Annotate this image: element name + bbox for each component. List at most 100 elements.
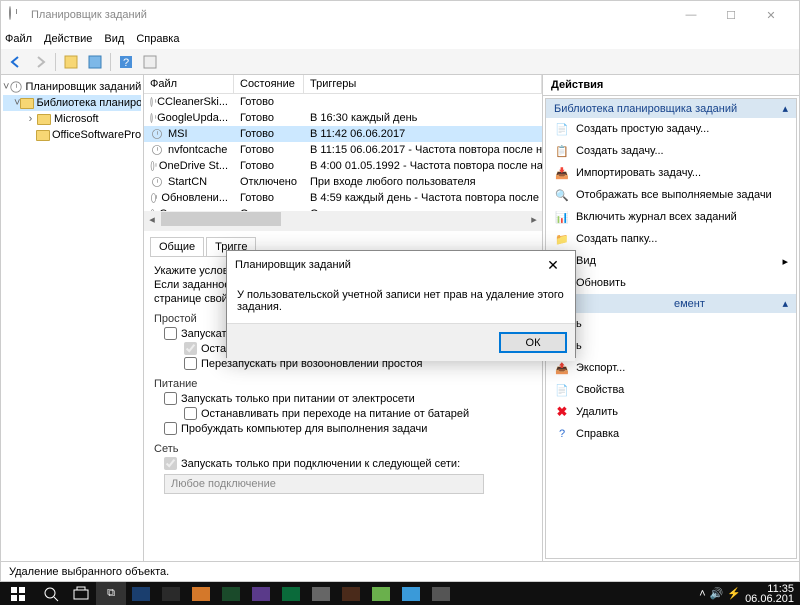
checkbox-row[interactable]: Пробуждать компьютер для выполнения зада… xyxy=(164,422,532,435)
action-item[interactable]: 📤Экспорт... xyxy=(546,357,796,379)
taskbar-item[interactable] xyxy=(306,582,336,605)
action-item[interactable]: 🔄Обновить xyxy=(546,272,796,294)
checkbox-row[interactable]: Останавливать при переходе на питание от… xyxy=(184,407,532,420)
taskbar-item[interactable] xyxy=(216,582,246,605)
statusbar: Удаление выбранного объекта. xyxy=(1,561,799,581)
task-row[interactable]: StartCNОтключеноПри входе любого пользов… xyxy=(144,174,542,190)
tree-child[interactable]: › Microsoft xyxy=(3,111,141,127)
taskbar-item[interactable] xyxy=(276,582,306,605)
start-button[interactable] xyxy=(0,582,36,605)
action-item[interactable]: 📁Создать папку... xyxy=(546,228,796,250)
taskbar-item[interactable] xyxy=(66,582,96,605)
checkbox[interactable] xyxy=(184,357,197,370)
tree-library[interactable]: ˅ Библиотека планировщ xyxy=(3,95,141,111)
toolbar-icon-1[interactable] xyxy=(60,51,82,73)
task-row[interactable]: nvfontcacheГотовоВ 11:15 06.06.2017 - Ча… xyxy=(144,142,542,158)
taskbar-item[interactable] xyxy=(366,582,396,605)
taskbar-item[interactable] xyxy=(126,582,156,605)
scroll-left-icon[interactable]: ◂ xyxy=(144,211,160,227)
status-text: Удаление выбранного объекта. xyxy=(9,566,169,578)
task-row[interactable]: MSIГотовоВ 11:42 06.06.2017 xyxy=(144,126,542,142)
taskbar-item[interactable] xyxy=(336,582,366,605)
taskbar-item[interactable] xyxy=(36,582,66,605)
action-item[interactable]: ▦Вид▸ xyxy=(546,250,796,272)
ok-button[interactable]: ОК xyxy=(499,332,567,353)
menu-file[interactable]: Файл xyxy=(5,33,32,45)
checkbox[interactable] xyxy=(164,327,177,340)
checkbox[interactable] xyxy=(184,407,197,420)
action-item[interactable]: 📋Создать задачу... xyxy=(546,140,796,162)
action-item[interactable]: 🔍Отображать все выполняемые задачи xyxy=(546,184,796,206)
checkbox-row[interactable]: Запускать только при подключении к следу… xyxy=(164,457,532,470)
action-icon: 🔍 xyxy=(554,187,570,203)
checkbox-row[interactable]: Запускать только при питании от электрос… xyxy=(164,392,532,405)
action-item[interactable]: 📄Создать простую задачу... xyxy=(546,118,796,140)
toolbar: ? xyxy=(1,49,799,75)
checkbox[interactable] xyxy=(184,342,197,355)
tree-child[interactable]: OfficeSoftwareProtect xyxy=(3,127,141,143)
window-controls: — ☐ ✕ xyxy=(671,1,791,29)
col-triggers[interactable]: Триггеры xyxy=(304,75,542,93)
action-icon: ? xyxy=(554,426,570,442)
col-state[interactable]: Состояние xyxy=(234,75,304,93)
toolbar-icon-3[interactable] xyxy=(139,51,161,73)
clock[interactable]: 11:35 06.06.201 xyxy=(745,584,794,604)
tab-general[interactable]: Общие xyxy=(150,237,204,256)
expand-icon[interactable]: › xyxy=(25,113,36,125)
folder-icon xyxy=(20,95,34,111)
network-select[interactable]: Любое подключение xyxy=(164,474,484,494)
error-dialog: Планировщик заданий ✕ У пользовательской… xyxy=(226,250,576,358)
checkbox[interactable] xyxy=(164,422,177,435)
checkbox[interactable] xyxy=(164,457,177,470)
tray-up-icon[interactable]: ˄ xyxy=(699,588,705,600)
menu-action[interactable]: Действие xyxy=(44,33,92,45)
action-icon: 📊 xyxy=(554,209,570,225)
action-icon: 📄 xyxy=(554,121,570,137)
taskbar-item[interactable] xyxy=(156,582,186,605)
maximize-button[interactable]: ☐ xyxy=(711,1,751,29)
taskbar-item[interactable] xyxy=(426,582,456,605)
collapse-icon[interactable]: ▴ xyxy=(782,102,788,115)
task-row[interactable]: GoogleUpda...ГотовоВ 16:30 каждый день xyxy=(144,110,542,126)
group-simple: Простой xyxy=(154,313,197,325)
forward-button[interactable] xyxy=(29,51,51,73)
action-item[interactable]: 📥Импортировать задачу... xyxy=(546,162,796,184)
taskbar-item[interactable] xyxy=(396,582,426,605)
close-button[interactable]: ✕ xyxy=(751,1,791,29)
minimize-button[interactable]: — xyxy=(671,1,711,29)
tree-root[interactable]: ˅ Планировщик заданий (Лок xyxy=(3,79,141,95)
taskbar-item[interactable] xyxy=(186,582,216,605)
col-file[interactable]: Файл xyxy=(144,75,234,93)
tray-icon[interactable]: 🔊 xyxy=(710,587,724,600)
task-row[interactable]: Обновлени...ГотовоВ 4:59 каждый день - Ч… xyxy=(144,190,542,206)
action-item[interactable]: ?Справка xyxy=(546,423,796,445)
action-item[interactable]: 📄Свойства xyxy=(546,379,796,401)
task-list-body[interactable]: CCleanerSki...ГотовоGoogleUpda...ГотовоВ… xyxy=(144,94,542,211)
taskbar-item[interactable]: ⧉ xyxy=(96,582,126,605)
task-list: Файл Состояние Триггеры CCleanerSki...Го… xyxy=(144,75,542,231)
toolbar-icon-2[interactable] xyxy=(84,51,106,73)
scroll-thumb[interactable] xyxy=(161,212,281,226)
system-tray[interactable]: ˄ 🔊 ⚡ 11:35 06.06.201 xyxy=(699,584,800,604)
horizontal-scrollbar[interactable]: ◂ ▸ xyxy=(144,211,542,227)
action-item[interactable]: ▶ь xyxy=(546,313,796,335)
action-icon: 📄 xyxy=(554,382,570,398)
tray-icon[interactable]: ⚡ xyxy=(727,587,741,600)
actions-section-1: Библиотека планировщика заданий ▴ xyxy=(546,99,796,118)
dialog-close-button[interactable]: ✕ xyxy=(539,251,567,279)
menu-help[interactable]: Справка xyxy=(136,33,179,45)
help-icon[interactable]: ? xyxy=(115,51,137,73)
menu-view[interactable]: Вид xyxy=(104,33,124,45)
back-button[interactable] xyxy=(5,51,27,73)
action-item[interactable]: ✖Удалить xyxy=(546,401,796,423)
taskbar-item[interactable] xyxy=(246,582,276,605)
checkbox[interactable] xyxy=(164,392,177,405)
window-title: Планировщик заданий xyxy=(31,9,671,21)
action-item[interactable]: 📊Включить журнал всех заданий xyxy=(546,206,796,228)
action-item[interactable]: ⏸ь xyxy=(546,335,796,357)
svg-text:?: ? xyxy=(123,57,129,69)
task-row[interactable]: OneDrive St...ГотовоВ 4:00 01.05.1992 - … xyxy=(144,158,542,174)
collapse-icon[interactable]: ▴ xyxy=(782,297,788,310)
task-row[interactable]: CCleanerSki...Готово xyxy=(144,94,542,110)
scroll-right-icon[interactable]: ▸ xyxy=(526,211,542,227)
